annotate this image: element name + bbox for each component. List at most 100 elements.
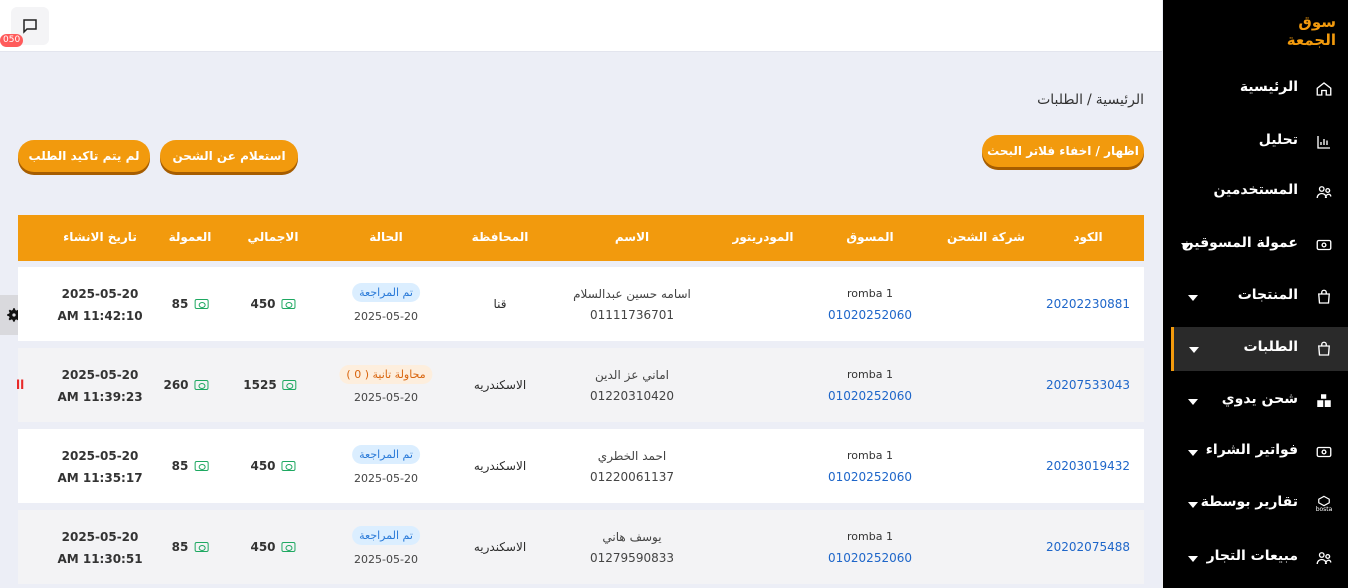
users-icon [1314, 548, 1334, 568]
users-icon [1314, 182, 1334, 202]
sidebar-item-label: عمولة المسوقين [1181, 235, 1298, 251]
top-bar: 050 [0, 0, 1162, 52]
money-icon [194, 299, 209, 309]
column-header-marketer[interactable]: المسوق [846, 230, 893, 244]
money-icon [281, 542, 296, 552]
governorate: الاسكندريه [473, 459, 527, 473]
marketer-phone-link[interactable]: 01020252060 [828, 551, 912, 565]
order-code-link[interactable]: 20202230881 [1046, 297, 1130, 311]
order-total: 450 [250, 459, 296, 473]
table-row[interactable]: 20202230881 romba 1 01020252060 اسامه حس… [18, 267, 1144, 341]
created-date: 2025-05-20 [61, 368, 139, 382]
column-header-total[interactable]: الاجمالي [248, 230, 299, 244]
order-code-link[interactable]: 20202075488 [1046, 540, 1130, 554]
column-header-status[interactable]: الحالة [369, 230, 403, 244]
breadcrumb: الرئيسية/الطلبات [1037, 92, 1144, 108]
sidebar-item-analytics[interactable]: تحليل [1171, 120, 1348, 164]
column-header-shipping-company[interactable]: شركة الشحن [947, 230, 1025, 244]
chevron-down-icon [1188, 399, 1198, 405]
bag-icon [1314, 287, 1334, 307]
column-header-commission[interactable]: العمولة [169, 230, 212, 244]
order-total: 450 [250, 540, 296, 554]
money-icon [194, 380, 209, 390]
marketer-name: romba 1 [847, 287, 893, 300]
breadcrumb-current: الطلبات [1037, 92, 1084, 108]
sidebar-item-products[interactable]: المنتجات [1171, 275, 1348, 319]
created-time: AM 11:42:10 [57, 309, 143, 323]
table-row[interactable]: 20203019432 romba 1 01020252060 احمد الخ… [18, 429, 1144, 503]
customer-name: اسامه حسين عبدالسلام [573, 287, 691, 301]
chevron-down-icon [1188, 502, 1198, 508]
sidebar-item-label: المستخدمين [1213, 182, 1298, 198]
brand-logo: سوق الجمعة [1287, 13, 1336, 48]
status-badge: تم المراجعة [352, 283, 420, 302]
status-date: 2025-05-20 [354, 391, 418, 404]
order-code-link[interactable]: 20207533043 [1046, 378, 1130, 392]
status-badge: تم المراجعة [352, 445, 420, 464]
created-time: AM 11:39:23 [57, 390, 143, 404]
unconfirmed-orders-button[interactable]: لم يتم تاكيد الطلب [18, 140, 150, 172]
customer-phone: 01220061137 [590, 470, 674, 484]
shipping-inquiry-button[interactable]: استعلام عن الشحن [160, 140, 298, 172]
sidebar-item-purchase-invoices[interactable]: فواتير الشراء [1171, 430, 1348, 474]
sidebar-item-bosta-reports[interactable]: bosta تقارير بوسطة [1171, 482, 1348, 526]
column-header-code[interactable]: الكود [1073, 230, 1102, 244]
column-header-governorate[interactable]: المحافظة [472, 230, 529, 244]
sidebar-item-label: تحليل [1258, 132, 1298, 148]
svg-text:الجمعة: الجمعة [1287, 31, 1336, 48]
customer-phone: 01220310420 [590, 389, 674, 403]
column-header-name[interactable]: الاسم [615, 230, 649, 244]
chevron-down-icon [1188, 295, 1198, 301]
chevron-down-icon [1188, 450, 1198, 456]
svg-text:سوق: سوق [1298, 13, 1336, 31]
order-commission: 85 [172, 459, 209, 473]
sidebar-item-orders[interactable]: الطلبات [1171, 327, 1348, 371]
boxes-icon [1314, 391, 1334, 411]
row-flag-mark: ll [16, 378, 25, 392]
sidebar-item-users[interactable]: المستخدمين [1171, 170, 1348, 214]
customer-phone: 01111736701 [590, 308, 674, 322]
marketer-phone-link[interactable]: 01020252060 [828, 470, 912, 484]
home-icon [1314, 79, 1334, 99]
breadcrumb-separator: / [1087, 92, 1092, 108]
marketer-name: romba 1 [847, 530, 893, 543]
money-icon [194, 461, 209, 471]
created-date: 2025-05-20 [61, 449, 139, 463]
money-icon [194, 542, 209, 552]
status-badge: تم المراجعة [352, 526, 420, 545]
sidebar-item-home[interactable]: الرئيسية [1171, 67, 1348, 111]
sidebar-item-label: المنتجات [1237, 287, 1298, 303]
notification-badge: 050 [0, 34, 24, 47]
table-row[interactable]: ll 20207533043 romba 1 01020252060 اماني… [16, 348, 1144, 422]
customer-phone: 01279590833 [590, 551, 674, 565]
status-date: 2025-05-20 [354, 553, 418, 566]
toggle-filters-button[interactable]: اظهار / اخفاء فلاتر البحث [982, 135, 1144, 167]
marketer-phone-link[interactable]: 01020252060 [828, 389, 912, 403]
sidebar-item-marketer-commission[interactable]: عمولة المسوقين [1171, 223, 1348, 267]
marketer-phone-link[interactable]: 01020252060 [828, 308, 912, 322]
sidebar: سوق الجمعة الرئيسية تحليل المستخدمين عمو… [1163, 0, 1348, 588]
sidebar-item-merchant-sales[interactable]: مبيعات التجار [1171, 536, 1348, 580]
sidebar-item-label: فواتير الشراء [1205, 442, 1298, 458]
money-icon [281, 461, 296, 471]
column-header-moderator[interactable]: المودريتور [732, 230, 793, 244]
table-header: الكود شركة الشحن المسوق المودريتور الاسم… [18, 215, 1144, 261]
table-row[interactable]: 20202075488 romba 1 01020252060 يوسف هان… [18, 510, 1144, 584]
order-code-link[interactable]: 20203019432 [1046, 459, 1130, 473]
breadcrumb-home[interactable]: الرئيسية [1096, 92, 1144, 108]
governorate: الاسكندريه [473, 540, 527, 554]
customer-name: اماني عز الدين [595, 368, 669, 382]
governorate: الاسكندريه [473, 378, 527, 392]
sidebar-item-label: مبيعات التجار [1206, 548, 1298, 564]
sidebar-item-label: الرئيسية [1239, 79, 1298, 95]
bosta-icon: bosta [1314, 494, 1334, 514]
governorate: قنا [493, 297, 507, 311]
chart-icon [1314, 132, 1334, 152]
created-time: AM 11:30:51 [57, 552, 143, 566]
chevron-down-icon [1181, 243, 1191, 249]
column-header-created[interactable]: تاريخ الانشاء [63, 230, 137, 244]
order-commission: 85 [172, 540, 209, 554]
money-icon [282, 380, 297, 390]
order-commission: 260 [163, 378, 209, 392]
sidebar-item-manual-shipping[interactable]: شحن يدوي [1171, 379, 1348, 423]
